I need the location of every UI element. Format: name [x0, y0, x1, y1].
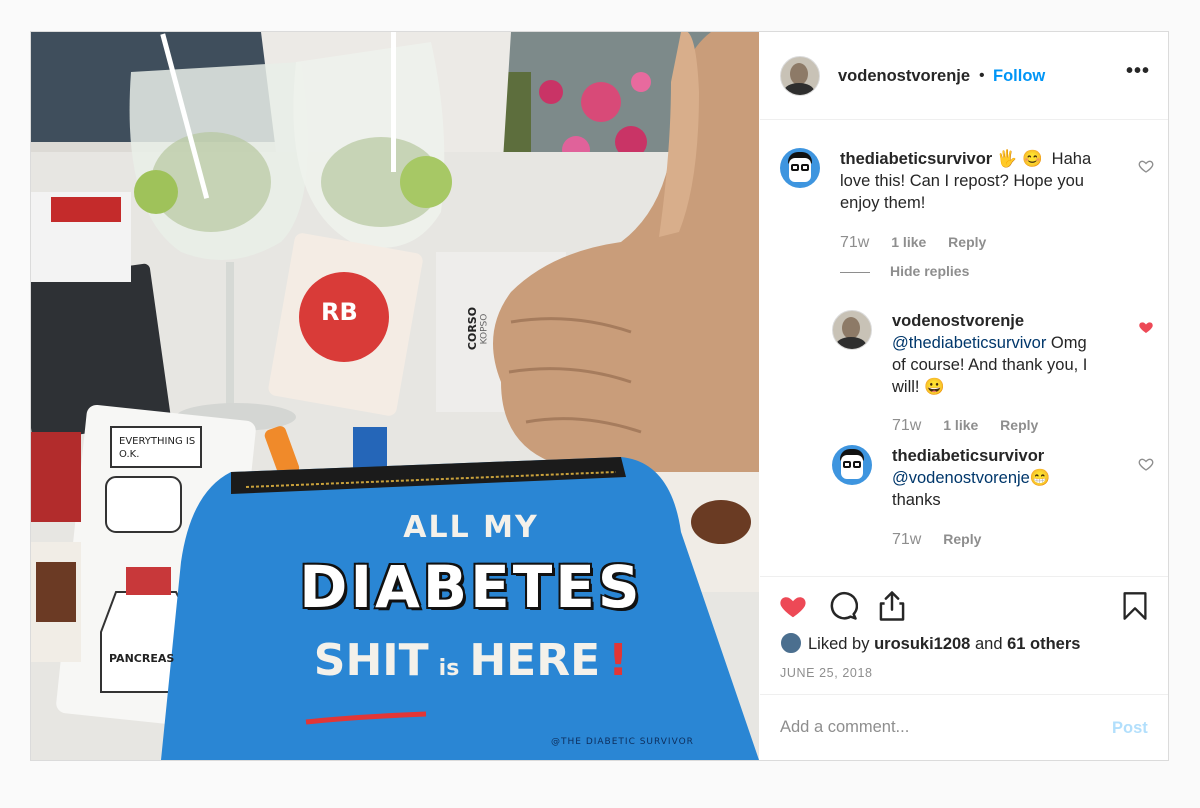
share-icon[interactable]: [877, 590, 907, 622]
avatar-shirt: [784, 83, 814, 95]
comment-body: vodenostvorenje @thediabeticsurvivor Omg…: [892, 310, 1122, 398]
avatar[interactable]: [780, 632, 802, 654]
comment-meta: 71w 1 like Reply: [840, 234, 1004, 252]
pouch-word-is: is: [438, 656, 460, 681]
avatar[interactable]: [780, 148, 820, 188]
glasses-icon: [791, 164, 799, 171]
comment-username[interactable]: thediabeticsurvivor: [892, 447, 1044, 465]
pouch-exclamation: !: [608, 635, 629, 686]
comment-age: 71w: [840, 234, 870, 251]
comment-text-line-3: thanks: [892, 491, 941, 509]
comment-username[interactable]: vodenostvorenje: [892, 312, 1024, 330]
post-container: ALL MY DIABETES SHIT is HERE! @THE DIABETI…: [30, 31, 1169, 761]
pouch-line-1: ALL MY: [403, 510, 539, 545]
add-comment-input[interactable]: [780, 711, 1080, 743]
separator-dot: •: [979, 67, 985, 84]
liked-comment-heart-icon[interactable]: [1138, 319, 1154, 335]
book-subtitle: KOPSO: [479, 313, 490, 345]
more-options-icon[interactable]: •••: [1126, 60, 1150, 83]
liked-by-others[interactable]: 61 others: [1007, 635, 1080, 653]
comment-body: thediabeticsurvivor 🖐 😊 Haha love this! …: [840, 148, 1140, 214]
comment-text-line-3: will! 😀: [892, 378, 945, 396]
sticker-pancreas: PANCREAS: [109, 652, 175, 665]
avatar[interactable]: [832, 310, 872, 350]
bookmark-icon[interactable]: [1122, 591, 1148, 621]
glasses-icon: [843, 461, 851, 468]
like-heart-icon[interactable]: [778, 591, 808, 621]
comment-meta: 71w 1 like Reply: [892, 417, 1056, 435]
comment-meta: 71w Reply: [892, 531, 999, 549]
hide-replies-button[interactable]: Hide replies: [890, 263, 969, 279]
pouch-word-shit: SHIT: [313, 635, 429, 686]
post-header: vodenostvorenje • Follow •••: [760, 32, 1168, 120]
glasses-icon: [853, 461, 861, 468]
comment-text-line-2: love this! Can I repost? Hope you: [840, 172, 1084, 190]
comment-text-line-1: Haha: [1051, 150, 1092, 168]
liked-by: Liked by urosuki1208 and 61 others: [780, 632, 1080, 654]
pouch-line-3: SHIT is HERE!: [231, 635, 711, 686]
comment-age: 71w: [892, 531, 922, 548]
liked-by-and: and: [974, 635, 1003, 653]
comment-body: thediabeticsurvivor @vodenostvorenje😁 th…: [892, 445, 1122, 511]
glasses-icon: [801, 164, 809, 171]
add-comment-bar: Post: [760, 694, 1168, 760]
post-author-username[interactable]: vodenostvorenje: [838, 67, 970, 86]
sticker-rb: RB: [321, 298, 358, 326]
comment-emoji: 🖐 😊: [996, 150, 1043, 168]
avatar[interactable]: [832, 445, 872, 485]
pouch-footer: @THE DIABETIC SURVIVOR: [551, 737, 694, 747]
avatar-face: [790, 63, 808, 85]
pouch-word-here: HERE: [469, 635, 601, 686]
follow-button[interactable]: Follow: [993, 67, 1045, 86]
comment-likes[interactable]: 1 like: [891, 234, 926, 250]
reply-button[interactable]: Reply: [948, 234, 986, 250]
comment-icon[interactable]: [828, 591, 858, 621]
comment-mention[interactable]: @vodenostvorenje😁: [892, 469, 1050, 487]
post-date[interactable]: JUNE 25, 2018: [780, 666, 873, 680]
comment-likes[interactable]: 1 like: [943, 417, 978, 433]
sticker-everything-ok: EVERYTHING IS O.K.: [119, 436, 196, 460]
liked-by-user[interactable]: urosuki1208: [874, 635, 970, 653]
pouch-print: ALL MY DIABETES SHIT is HERE!: [231, 510, 711, 686]
pouch-line-2: DIABETES: [299, 553, 643, 621]
post-photo[interactable]: ALL MY DIABETES SHIT is HERE! @THE DIABETI…: [31, 32, 759, 760]
liked-by-prefix: Liked by: [808, 635, 870, 653]
comment-text-line-2: of course! And thank you, I: [892, 356, 1088, 374]
like-comment-heart-icon[interactable]: [1138, 456, 1154, 472]
post-side-panel: vodenostvorenje • Follow ••• thediabetic…: [760, 32, 1168, 760]
comment-text-line-1: Omg: [1050, 334, 1087, 352]
like-comment-heart-icon[interactable]: [1138, 158, 1154, 174]
avatar-face: [842, 317, 860, 339]
comment-username[interactable]: thediabeticsurvivor: [840, 150, 992, 168]
post-comment-button[interactable]: Post: [1112, 719, 1148, 738]
divider: [840, 272, 870, 273]
reply-button[interactable]: Reply: [1000, 417, 1038, 433]
avatar-shirt: [836, 337, 866, 349]
comment-age: 71w: [892, 417, 922, 434]
comment-mention[interactable]: @thediabeticsurvivor: [892, 334, 1046, 352]
avatar[interactable]: [780, 56, 820, 96]
book-title: CORSO: [466, 306, 480, 351]
comment-text-line-3: enjoy them!: [840, 194, 926, 212]
reply-button[interactable]: Reply: [943, 531, 981, 547]
